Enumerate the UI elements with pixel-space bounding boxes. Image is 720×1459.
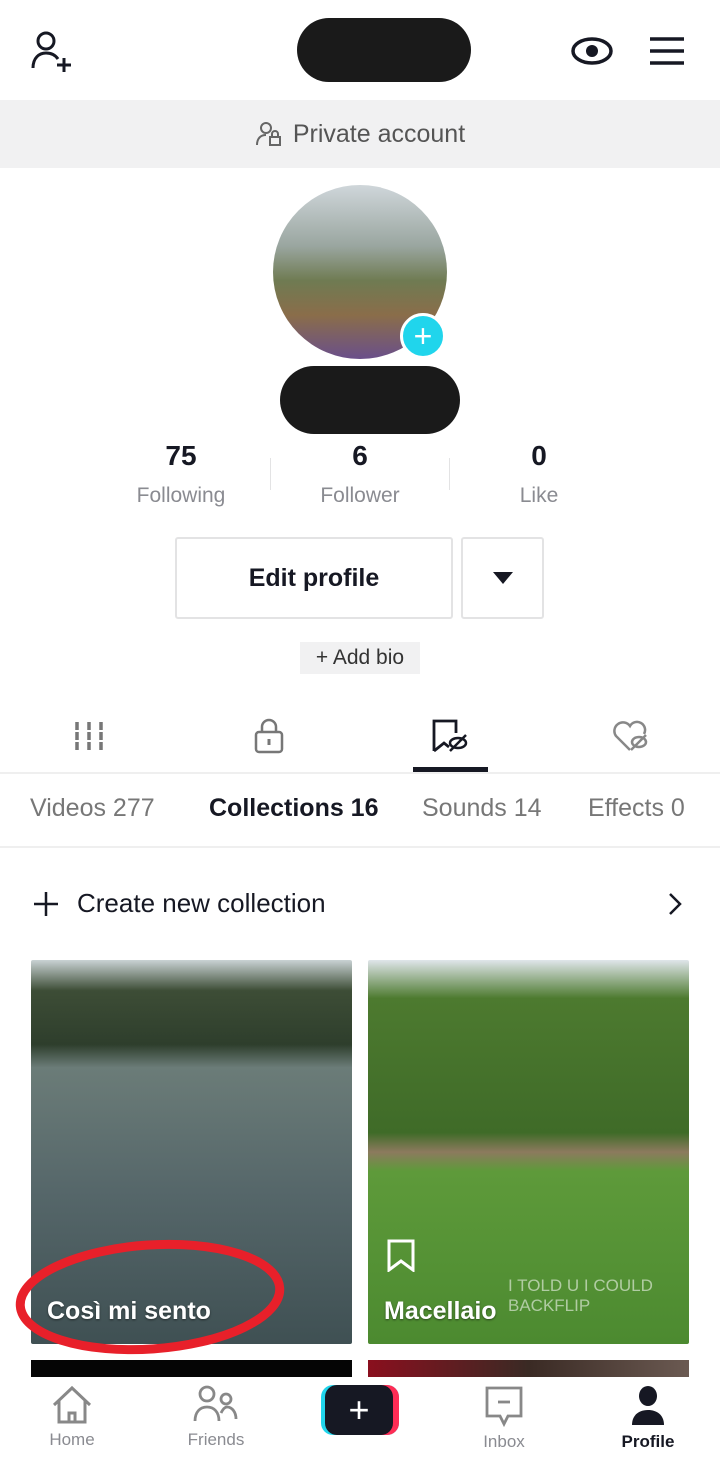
stat-like[interactable]: 0 Like (449, 440, 629, 508)
bookmark-icon (387, 1239, 415, 1272)
stat-follower[interactable]: 6 Follower (270, 440, 450, 508)
subtab-effects[interactable]: Effects 0 (588, 794, 685, 823)
tab-private[interactable] (224, 712, 314, 760)
collection-sub-tabs: Videos 277 Collections 16 Sounds 14 Effe… (0, 772, 720, 848)
nav-label: Home (49, 1430, 95, 1449)
stat-value: 0 (531, 440, 547, 471)
add-bio-button[interactable]: + Add bio (300, 642, 420, 674)
nav-label: Friends (187, 1430, 245, 1449)
hamburger-icon[interactable] (648, 36, 686, 66)
create-collection-row[interactable]: Create new collection (0, 880, 720, 928)
nav-profile[interactable]: Profile (593, 1385, 703, 1452)
stat-value: 75 (165, 440, 197, 471)
redacted-username (297, 18, 471, 82)
profile-icon (632, 1386, 664, 1425)
tab-liked[interactable] (586, 712, 676, 760)
nav-label: Inbox (483, 1432, 525, 1451)
chevron-right-icon (669, 893, 682, 915)
plus-icon: + (325, 1385, 393, 1435)
collection-title: Macellaio (384, 1297, 497, 1325)
stat-label: Like (519, 484, 559, 507)
private-person-icon (255, 122, 281, 146)
redacted-display-name (280, 366, 460, 434)
bottom-nav: Home Friends + Inbox Profile (0, 1377, 720, 1459)
stat-value: 6 (352, 440, 368, 471)
nav-inbox[interactable]: Inbox (449, 1385, 559, 1452)
person-plus-icon[interactable] (30, 30, 76, 74)
subtab-sounds[interactable]: Sounds 14 (422, 794, 542, 823)
friends-icon (193, 1385, 238, 1422)
collection-card[interactable]: I TOLD U I COULD BACKFLIP Macellaio (368, 960, 689, 1344)
nav-home[interactable]: Home (17, 1385, 127, 1450)
add-avatar-plus-icon[interactable]: + (400, 313, 446, 359)
more-dropdown-button[interactable] (461, 537, 544, 619)
private-account-banner: Private account (0, 100, 720, 168)
tab-favorites[interactable] (405, 712, 495, 760)
subtab-videos[interactable]: Videos 277 (30, 794, 155, 823)
subtab-collections[interactable]: Collections 16 (209, 794, 379, 823)
create-collection-label: Create new collection (77, 888, 326, 918)
caret-down-icon (492, 572, 513, 584)
grid-icon (75, 722, 103, 750)
home-icon (52, 1385, 92, 1424)
nav-friends[interactable]: Friends (161, 1385, 271, 1450)
eye-icon[interactable] (570, 36, 614, 66)
lock-icon (254, 718, 284, 754)
stat-label: Following (136, 484, 226, 507)
video-overlay-text: I TOLD U I COULD BACKFLIP (508, 1276, 653, 1315)
private-account-label: Private account (292, 119, 466, 148)
inbox-icon (485, 1386, 523, 1428)
red-annotation-circle (15, 1239, 285, 1355)
top-bar (0, 0, 720, 100)
create-video-button[interactable]: + (321, 1385, 399, 1435)
heart-hidden-icon (613, 720, 648, 751)
stat-label: Follower (320, 484, 400, 507)
plus-icon (34, 892, 58, 916)
nav-label: Profile (621, 1432, 675, 1451)
stat-following[interactable]: 75 Following (91, 440, 271, 508)
bookmark-hidden-icon (432, 719, 468, 753)
edit-profile-button[interactable]: Edit profile (175, 537, 453, 619)
tab-videos[interactable] (44, 712, 134, 760)
